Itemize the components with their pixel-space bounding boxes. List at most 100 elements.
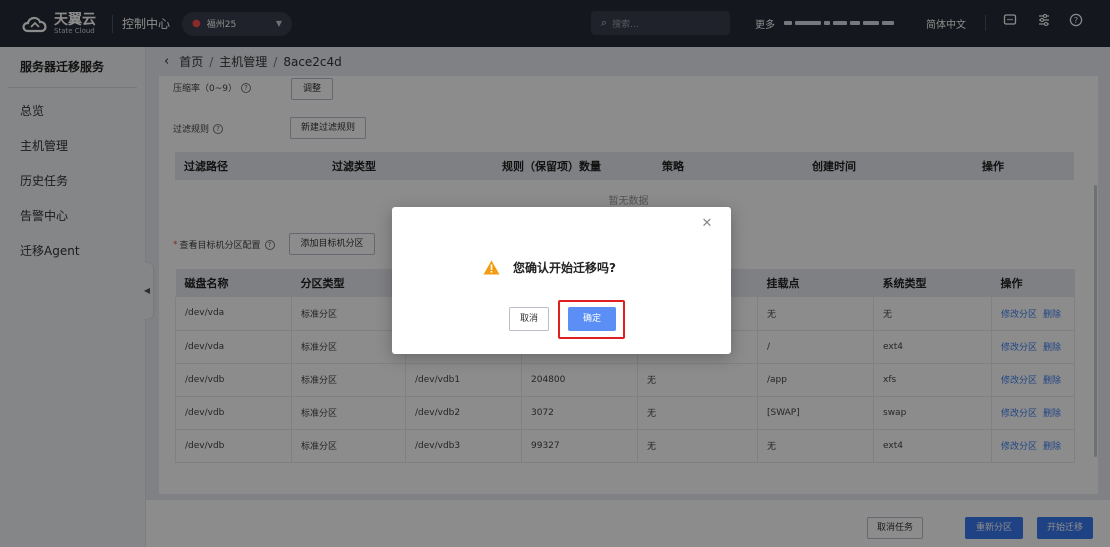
- dialog-cancel-button[interactable]: 取消: [509, 307, 549, 331]
- region-label: 福州25: [206, 20, 237, 30]
- actions-cell: 修改分区 删除: [991, 363, 1075, 397]
- partition-config-label: 查看目标机分区配置: [179, 241, 261, 251]
- location-pin-icon: ●: [192, 18, 201, 29]
- table-cell: /dev/vdb: [175, 396, 292, 430]
- table-cell: /dev/vda: [175, 330, 292, 364]
- help-icon[interactable]: ?: [264, 239, 275, 250]
- edit-partition-link[interactable]: 修改分区: [1001, 376, 1037, 386]
- table-row: /dev/vdb 标准分区 /dev/vdb2 3072 无 [SWAP] sw…: [175, 396, 1075, 430]
- table-cell: /dev/vdb2: [405, 396, 522, 430]
- partition-config-row: * 查看目标机分区配置 ?: [173, 238, 275, 251]
- logo[interactable]: 天翼云 State Cloud: [20, 13, 112, 35]
- region-selector[interactable]: ● 福州25 ▼: [182, 11, 293, 36]
- edit-partition-link[interactable]: 修改分区: [1001, 343, 1037, 353]
- sidebar-item-alarm-center[interactable]: 告警中心: [0, 199, 145, 234]
- search-input[interactable]: 搜索...: [612, 17, 639, 30]
- compression-row: 压缩率（0~9） ?: [173, 81, 251, 94]
- repartition-button[interactable]: 重新分区: [965, 517, 1023, 539]
- column-header: 过滤类型: [323, 152, 493, 180]
- sidebar-collapse-toggle[interactable]: ◀: [141, 263, 153, 319]
- table-cell: 204800: [521, 363, 638, 397]
- settings-sliders-icon[interactable]: [1034, 13, 1054, 33]
- footer-action-bar: 取消任务 重新分区 开始迁移: [146, 494, 1110, 547]
- cancel-task-button[interactable]: 取消任务: [867, 517, 923, 539]
- delete-link[interactable]: 删除: [1043, 409, 1061, 419]
- help-icon[interactable]: ?: [1066, 13, 1086, 33]
- sidebar-item-overview[interactable]: 总览: [0, 94, 145, 129]
- sidebar-title: 服务器迁移服务: [20, 60, 105, 74]
- empty-state-text: 暂无数据: [608, 196, 649, 207]
- table-cell: 99327: [521, 429, 638, 463]
- actions-cell: 修改分区 删除: [991, 429, 1075, 463]
- topbar-divider: [112, 14, 113, 33]
- edit-partition-link[interactable]: 修改分区: [1001, 310, 1037, 320]
- column-header: 规则（保留项）数量: [493, 152, 653, 180]
- table-cell: /app: [757, 363, 874, 397]
- add-target-partition-button[interactable]: 添加目标机分区: [289, 233, 375, 255]
- table-cell: 3072: [521, 396, 638, 430]
- start-migration-button[interactable]: 开始迁移: [1037, 517, 1093, 539]
- vertical-scrollbar[interactable]: [1094, 185, 1097, 457]
- delete-link[interactable]: 删除: [1043, 376, 1061, 386]
- adjust-button[interactable]: 调整: [291, 78, 333, 100]
- column-header: 磁盘名称: [175, 269, 292, 297]
- sidebar-item-host-management[interactable]: 主机管理: [0, 129, 145, 164]
- delete-link[interactable]: 删除: [1043, 442, 1061, 452]
- table-cell: /dev/vdb: [175, 363, 292, 397]
- help-icon[interactable]: ?: [241, 82, 251, 93]
- column-header: 系统类型: [873, 269, 992, 297]
- breadcrumb-host-management[interactable]: 主机管理: [219, 53, 267, 70]
- actions-cell: 修改分区 删除: [991, 330, 1075, 364]
- table-cell: swap: [873, 396, 992, 430]
- back-arrow-icon[interactable]: ‹: [164, 54, 169, 69]
- compression-label: 压缩率（0~9）: [173, 84, 237, 94]
- search-box[interactable]: ⌕ 搜索...: [591, 11, 730, 35]
- column-header: 操作: [973, 152, 1074, 180]
- more-menu[interactable]: 更多: [755, 16, 775, 31]
- logo-title: 天翼云: [54, 11, 96, 28]
- breadcrumb-home[interactable]: 首页: [179, 53, 203, 70]
- top-bar: 天翼云 State Cloud 控制中心 ● 福州25 ▼ ⌕ 搜索... 更多…: [0, 0, 1110, 47]
- table-cell: 无: [873, 297, 992, 331]
- sidebar-item-migration-agent[interactable]: 迁移Agent: [0, 234, 145, 269]
- warning-icon: [483, 260, 500, 275]
- console-link[interactable]: 控制中心: [122, 15, 170, 32]
- column-header: 过滤路径: [175, 152, 323, 180]
- cloud-logo-icon: [22, 16, 47, 32]
- chevron-left-icon: ◀: [143, 286, 151, 295]
- table-cell: ext4: [873, 330, 992, 364]
- svg-text:?: ?: [1074, 16, 1078, 25]
- chevron-down-icon: ▼: [275, 19, 283, 28]
- delete-link[interactable]: 删除: [1043, 343, 1061, 353]
- edit-partition-link[interactable]: 修改分区: [1001, 409, 1037, 419]
- sidebar: 服务器迁移服务 总览 主机管理 历史任务 告警中心 迁移Agent: [0, 47, 146, 547]
- table-cell: 无: [757, 297, 874, 331]
- column-header: 策略: [653, 152, 803, 180]
- language-switch[interactable]: 简体中文: [926, 16, 966, 31]
- dialog-confirm-button[interactable]: 确定: [568, 307, 616, 331]
- filter-rule-row: 过滤规则 ?: [173, 122, 224, 135]
- column-header: 创建时间: [803, 152, 973, 180]
- table-cell: /dev/vdb1: [405, 363, 522, 397]
- table-cell: 标准分区: [291, 330, 406, 364]
- table-cell: /dev/vda: [175, 297, 292, 331]
- column-header: 操作: [991, 269, 1075, 297]
- message-icon[interactable]: [1000, 13, 1020, 33]
- table-cell: /dev/vdb3: [405, 429, 522, 463]
- account-name-redacted[interactable]: [784, 18, 904, 28]
- close-icon[interactable]: ✕: [700, 217, 714, 231]
- dialog-message: 您确认开始迁移吗?: [513, 261, 616, 275]
- column-header: 分区类型: [291, 269, 406, 297]
- edit-partition-link[interactable]: 修改分区: [1001, 442, 1037, 452]
- column-header: 挂载点: [757, 269, 874, 297]
- delete-link[interactable]: 删除: [1043, 310, 1061, 320]
- filter-rule-label: 过滤规则: [173, 125, 210, 135]
- new-filter-rule-button[interactable]: 新建过滤规则: [290, 117, 366, 139]
- sidebar-item-task-history[interactable]: 历史任务: [0, 164, 145, 199]
- topbar-divider: [985, 15, 986, 31]
- help-icon[interactable]: ?: [213, 123, 224, 134]
- breadcrumb: ‹ 首页 / 主机管理 / 8ace2c4d: [146, 47, 1110, 76]
- required-marker: *: [173, 239, 178, 250]
- filter-rule-table: 过滤路径 过滤类型 规则（保留项）数量 策略 创建时间 操作: [175, 152, 1074, 180]
- table-cell: 标准分区: [291, 363, 406, 397]
